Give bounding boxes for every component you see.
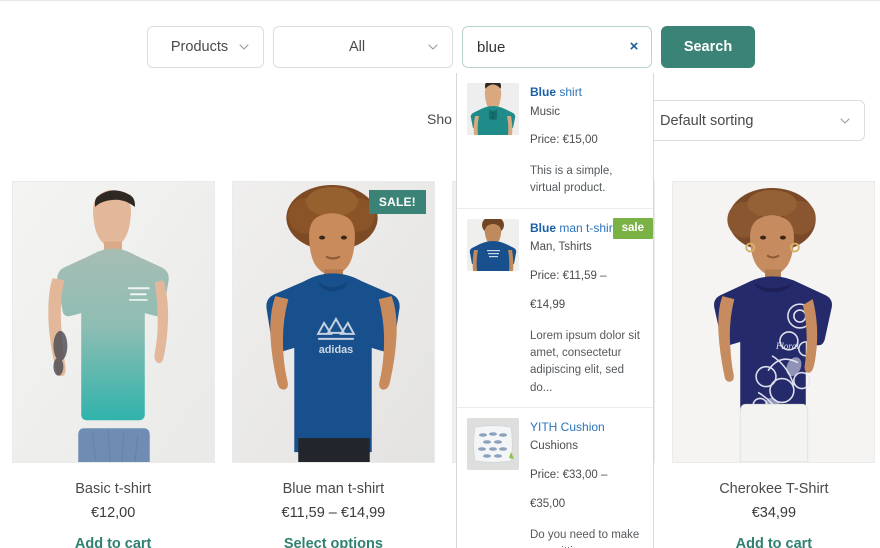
sorting-select[interactable]: Default sorting	[645, 100, 865, 141]
category-select[interactable]: Products	[147, 26, 264, 68]
suggestion-category: Cushions	[530, 440, 578, 453]
product-price: €12,00	[90, 505, 136, 521]
product-card[interactable]: Basic t-shirt €12,00 Add to cart	[7, 181, 219, 548]
suggestion-price-secondary: €14,99	[530, 298, 566, 311]
chevron-down-icon	[428, 42, 438, 52]
suggestion-title[interactable]: Blue shirt	[530, 83, 645, 102]
product-card[interactable]: Floral Cherokee T-Shirt €34,99 Add to ca…	[668, 181, 880, 548]
product-price: €34,99	[751, 505, 797, 521]
suggestion-item[interactable]: YITH Cushion Cushions Price: €33,00 – €3…	[457, 406, 653, 548]
chevron-down-icon	[239, 42, 249, 52]
suggestion-title-rest: man t-shirt	[556, 220, 617, 235]
svg-text:Floral: Floral	[775, 341, 799, 351]
suggestion-price: Price: €11,59 –	[530, 270, 607, 283]
add-to-cart-button[interactable]: Add to cart	[736, 536, 813, 548]
add-to-cart-button[interactable]: Add to cart	[75, 536, 152, 548]
product-name: Basic t-shirt	[75, 481, 151, 497]
suggestion-title-match: YITH	[530, 419, 558, 434]
product-image[interactable]: adidas SALE!	[231, 181, 435, 463]
suggestion-item[interactable]: Blue man t-shirt Man, Tshirts Price: €11…	[457, 207, 653, 407]
category-select-label: Products	[170, 39, 229, 55]
suggestion-description: Do you need to make your sitting room, w…	[530, 528, 640, 548]
search-input[interactable]	[462, 26, 652, 68]
suggestion-price: Price: €15,00	[530, 134, 598, 147]
suggestion-thumbnail	[467, 83, 519, 135]
suggestion-body: Blue shirt Music Price: €15,00 This is a…	[530, 83, 645, 198]
svg-text:adidas: adidas	[319, 344, 354, 356]
sale-badge: sale	[612, 217, 653, 240]
product-grid: Basic t-shirt €12,00 Add to cart adidas …	[0, 181, 880, 548]
suggestion-title-rest: shirt	[556, 85, 583, 99]
select-options-button[interactable]: Select options	[284, 536, 383, 548]
blue-man-tshirt-photo: adidas	[232, 182, 434, 462]
suggestion-thumbnail	[467, 218, 519, 271]
suggestion-title-match: Blue	[530, 85, 557, 99]
cherokee-tshirt-photo: Floral	[673, 182, 875, 462]
scope-select[interactable]: All	[273, 26, 453, 68]
suggestion-body: Blue man t-shirt Man, Tshirts Price: €11…	[530, 219, 645, 397]
results-count-text: Sho	[427, 111, 452, 127]
product-name: Cherokee T-Shirt	[719, 481, 829, 497]
suggestion-title-match: Blue	[530, 220, 557, 235]
suggestion-category: Man, Tshirts	[530, 241, 592, 254]
search-suggestions-dropdown: Blue shirt Music Price: €15,00 This is a…	[456, 73, 654, 548]
suggestion-item[interactable]: Blue shirt Music Price: €15,00 This is a…	[457, 73, 653, 208]
chevron-down-icon	[840, 116, 850, 126]
search-input-wrapper: ×	[462, 26, 652, 68]
suggestion-description: This is a simple, virtual product.	[530, 165, 613, 195]
suggestion-description: Lorem ipsum dolor sit amet, consectetur …	[530, 329, 640, 394]
product-name: Blue man t-shirt	[282, 481, 385, 497]
search-bar: Products All × Search	[147, 26, 755, 68]
product-search-page: Basic t-shirt €12,00 Add to cart adidas …	[0, 0, 880, 548]
sorting-select-label: Default sorting	[660, 112, 754, 129]
scope-select-label: All	[348, 39, 366, 55]
suggestion-price-secondary: €35,00	[530, 497, 566, 510]
clear-icon[interactable]: ×	[625, 38, 643, 56]
suggestion-price: Price: €33,00 –	[530, 469, 608, 482]
basic-tshirt-photo	[12, 182, 214, 462]
suggestion-body: YITH Cushion Cushions Price: €33,00 – €3…	[530, 418, 645, 548]
suggestion-thumbnail	[467, 417, 519, 470]
suggestion-category: Music	[530, 105, 561, 118]
product-image[interactable]	[11, 181, 215, 463]
suggestion-title-rest: Cushion	[557, 419, 605, 434]
search-button[interactable]: Search	[661, 26, 755, 68]
suggestion-title[interactable]: YITH Cushion	[530, 418, 645, 437]
sale-badge: SALE!	[368, 190, 426, 214]
product-price: €11,59 – €14,99	[281, 505, 386, 521]
product-card[interactable]: adidas SALE! Blue man t-shirt €11,59 – €…	[227, 181, 439, 548]
product-image[interactable]: Floral	[672, 181, 876, 463]
